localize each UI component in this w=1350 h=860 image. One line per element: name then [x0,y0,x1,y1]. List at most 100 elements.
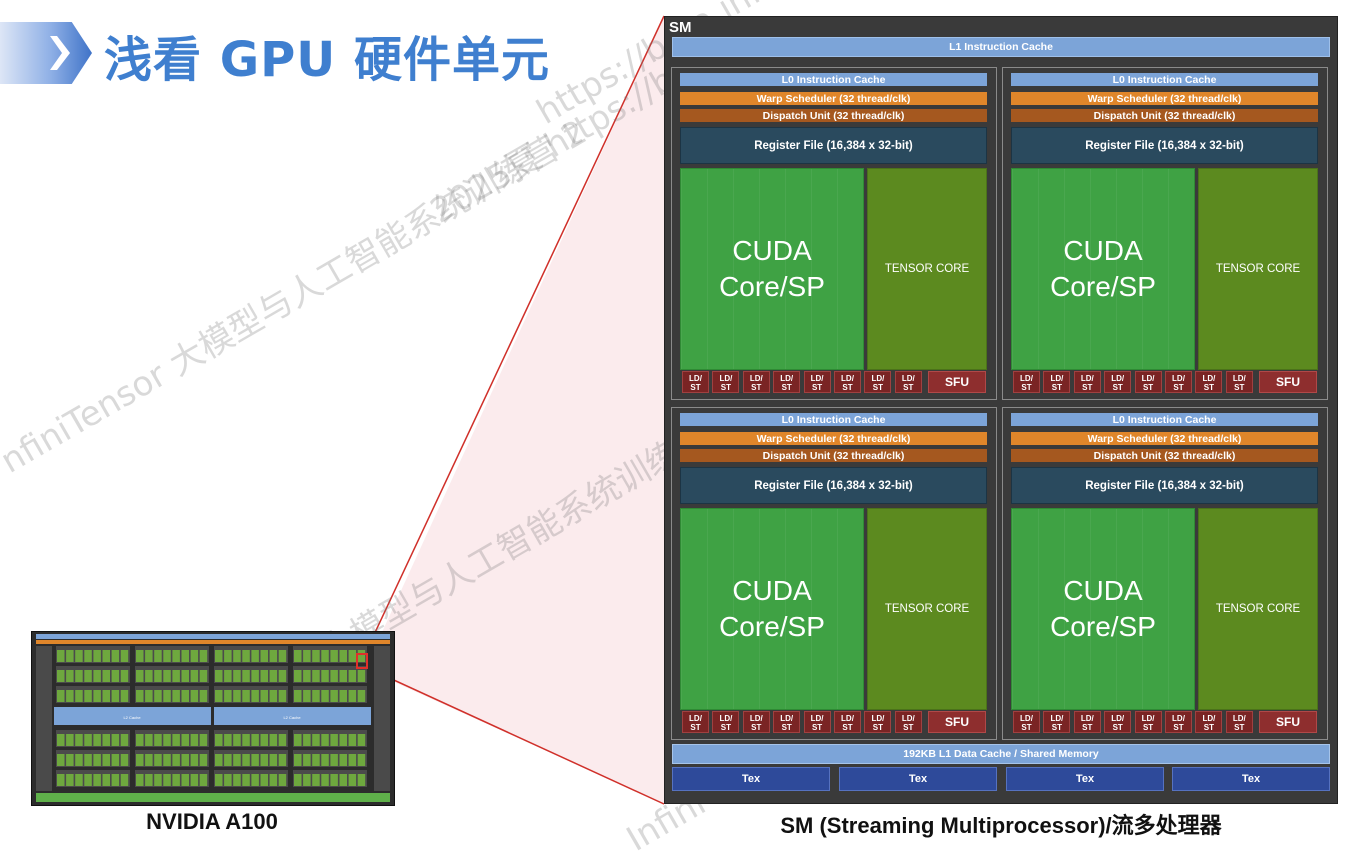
a100-sm-tile [294,690,302,702]
a100-sm-tile [163,690,171,702]
a100-sm-tile [84,774,92,786]
a100-sm-tile [242,754,250,766]
a100-sm-tile [136,690,144,702]
l0-instruction-cache: L0 Instruction Cache [680,413,987,426]
a100-sm-tile [339,774,347,786]
ld-st-unit: LD/ST [1165,371,1192,393]
a100-sm-tile [251,754,259,766]
a100-sm-tile [348,774,357,786]
a100-sm-tile [111,754,120,766]
a100-sm-tile [172,734,180,746]
a100-die-diagram: L2 Cache L2 Cache [31,631,395,806]
a100-sm-tile [199,734,208,746]
a100-sm-tile [154,690,162,702]
a100-sm-tile [145,650,153,662]
register-file: Register File (16,384 x 32-bit) [680,467,987,504]
a100-sm-tile [102,690,110,702]
a100-sm-tile [154,650,162,662]
a100-sm-tile [321,690,329,702]
a100-sm-tile [84,754,92,766]
cuda-sub-label: Core/SP [719,611,825,642]
a100-sm-tile [66,774,74,786]
a100-sm-tile [215,690,223,702]
a100-sm-tile [224,670,232,682]
a100-sm-tile [303,774,311,786]
l2-cache-left-label: L2 Cache [123,715,141,720]
a100-sm-tile [190,650,199,662]
a100-sm-tile [181,774,189,786]
a100-sm-tile [312,734,320,746]
ld-st-unit: LD/ST [894,711,922,733]
a100-sm-tile [269,774,278,786]
a100-sm-tile [154,754,162,766]
sm-label: SM [669,19,692,36]
a100-sm-tile [251,690,259,702]
sm-processing-block: L0 Instruction Cache Warp Scheduler (32 … [671,407,997,740]
a100-sm-tile [321,774,329,786]
a100-sm-tile [269,754,278,766]
a100-sm-tile [215,754,223,766]
a100-sm-tile [312,650,320,662]
a100-sm-tile [111,650,120,662]
a100-sm-tile [224,690,232,702]
ld-st-unit: LD/ST [712,371,740,393]
a100-die-svg: L2 Cache L2 Cache [36,634,390,802]
a100-sm-tile [66,670,74,682]
a100-sm-tile [303,650,311,662]
a100-sm-tile [269,670,278,682]
a100-sm-tile [303,754,311,766]
l1-instruction-cache: L1 Instruction Cache [672,37,1330,57]
a100-sm-tile [66,690,74,702]
a100-sm-tile [348,670,357,682]
a100-sm-tile [278,670,287,682]
a100-sm-tile [84,670,92,682]
a100-sm-tile [66,650,74,662]
a100-sm-tile [242,734,250,746]
ld-st-unit: LD/ST [773,371,801,393]
a100-sm-tile [190,754,199,766]
a100-sm-tile [75,754,83,766]
a100-sm-tile [199,690,208,702]
ld-st-unit: LD/ST [712,711,740,733]
a100-sm-tile [75,670,83,682]
a100-sm-tile [145,690,153,702]
a100-sm-tile [102,774,110,786]
a100-sm-tile [84,650,92,662]
l2-cache-right-label: L2 Cache [283,715,301,720]
a100-sm-tile [233,774,241,786]
a100-sm-tile [357,774,366,786]
tensor-core-block: TENSOR CORE [1198,508,1318,710]
a100-sm-tile [102,670,110,682]
a100-sm-tile [136,734,144,746]
a100-sm-tile [269,690,278,702]
a100-sm-tile [224,754,232,766]
a100-sm-tile [233,650,241,662]
a100-sm-tile [93,754,101,766]
a100-sm-tile [233,754,241,766]
a100-sm-tile [93,734,101,746]
warp-scheduler: Warp Scheduler (32 thread/clk) [680,432,987,445]
a100-sm-tile [215,774,223,786]
a100-sm-tile [75,734,83,746]
a100-sm-tile [75,690,83,702]
a100-sm-tile [321,734,329,746]
a100-sm-tile [224,734,232,746]
cuda-core-block: CUDA Core/SP [1011,508,1195,710]
a100-sm-tile [181,754,189,766]
sfu-unit: SFU [1259,371,1317,393]
a100-sm-tile [111,690,120,702]
a100-sm-tile [260,690,268,702]
ld-st-unit: LD/ST [1104,711,1132,733]
ld-st-unit: LD/ST [773,711,801,733]
tex-unit: Tex [1006,767,1164,791]
ld-st-unit: LD/ST [1134,371,1162,393]
a100-sm-tile [330,754,338,766]
cuda-sub-label: Core/SP [1050,271,1156,302]
a100-sm-tile [224,650,232,662]
a100-sm-tile [278,734,287,746]
warp-scheduler: Warp Scheduler (32 thread/clk) [680,92,987,105]
a100-sm-tile [339,650,347,662]
chip-caption: NVIDIA A100 [146,809,278,834]
register-file: Register File (16,384 x 32-bit) [1011,127,1318,164]
a100-sm-tile [260,754,268,766]
